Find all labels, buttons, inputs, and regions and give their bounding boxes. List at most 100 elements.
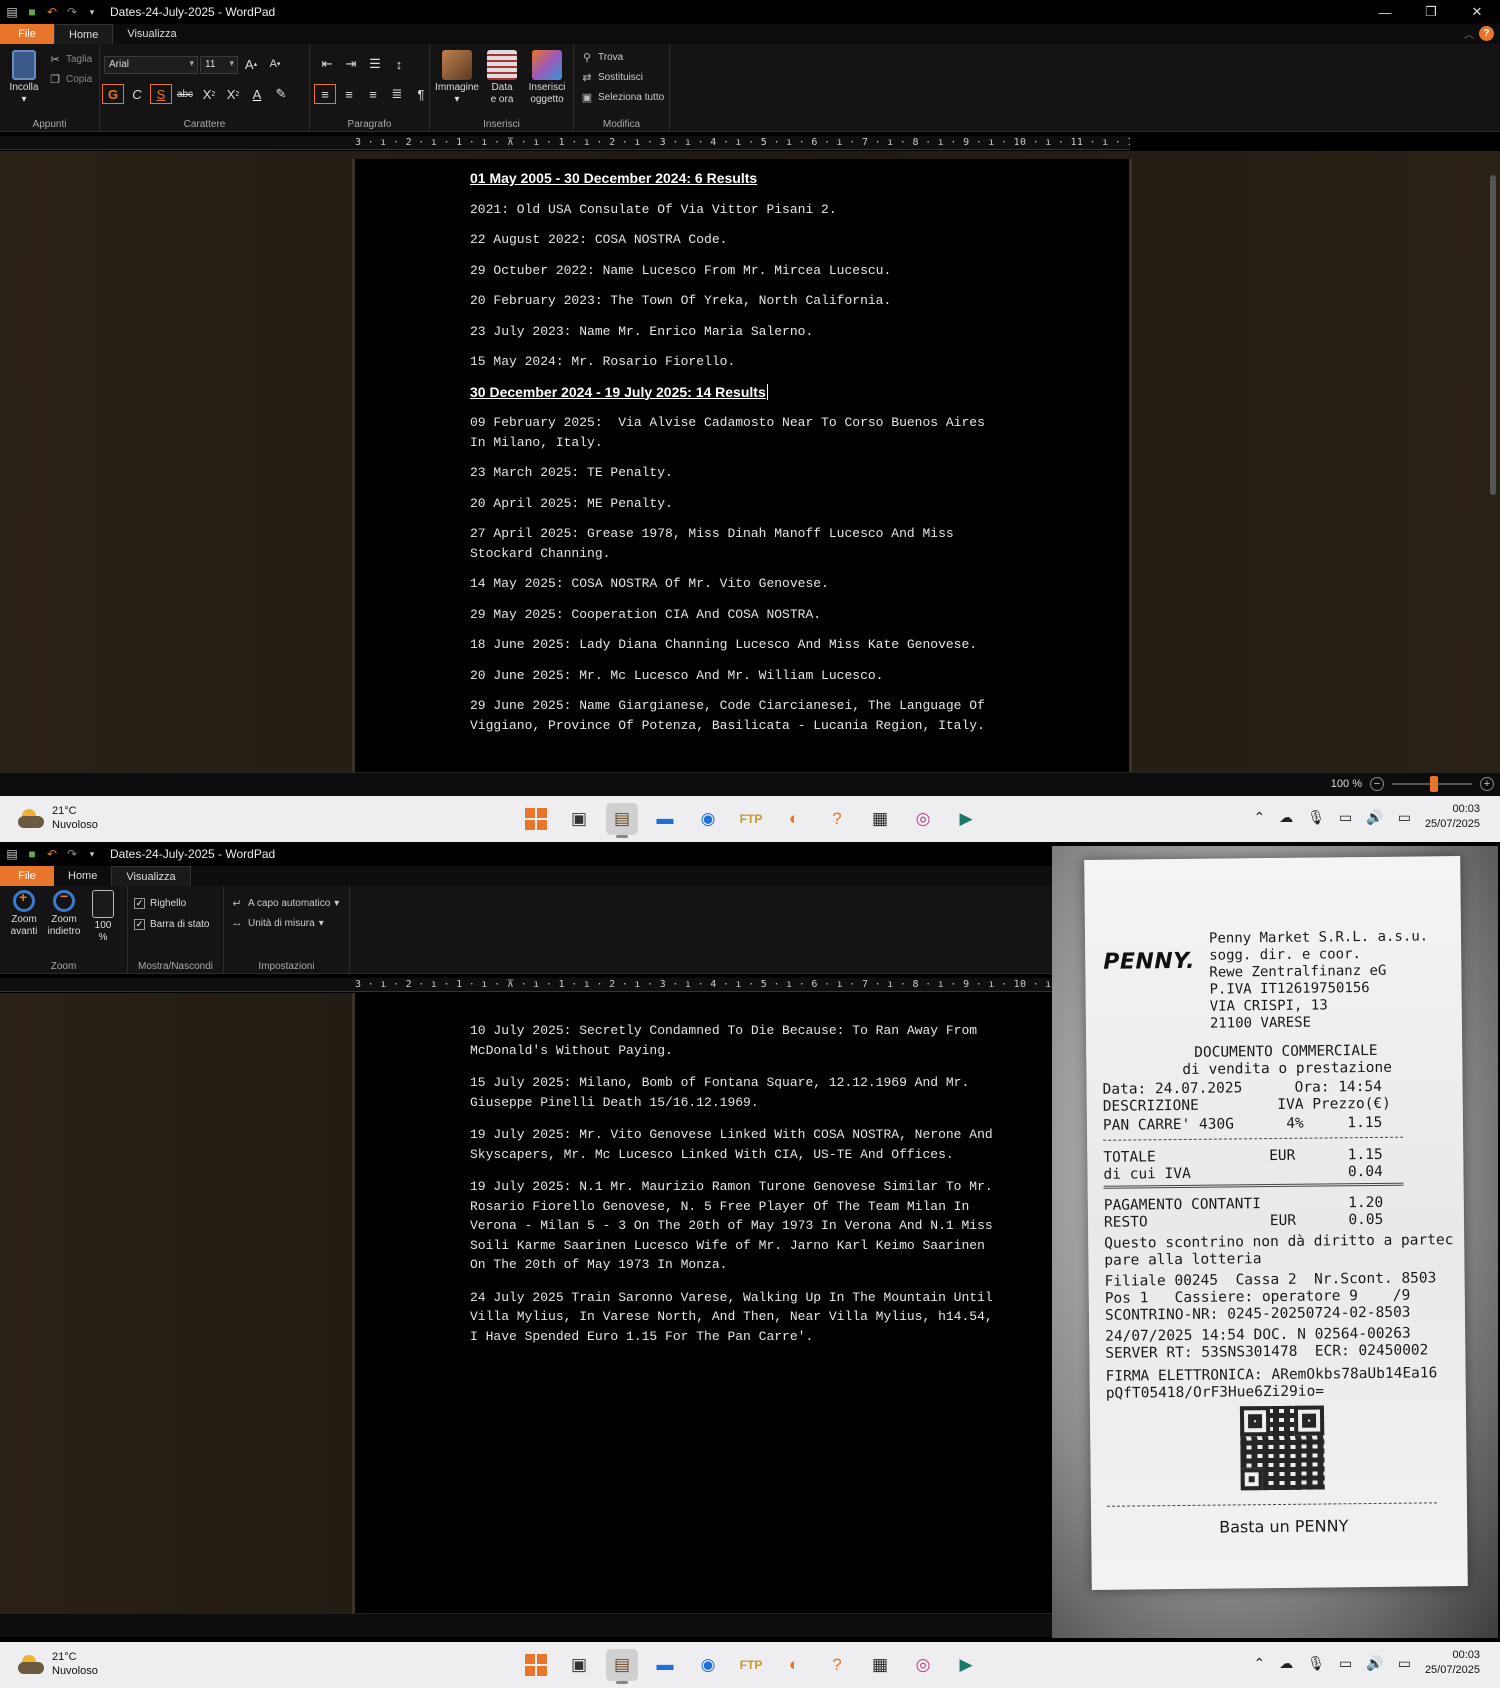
ftp-app-icon[interactable]: FTP <box>735 1649 767 1681</box>
task-view-icon[interactable]: ▣ <box>563 1649 595 1681</box>
statusbar-checkbox[interactable]: ✓ Barra di stato <box>134 919 209 930</box>
zoom-out-icon[interactable]: − <box>1370 777 1384 791</box>
replace-button[interactable]: ⇄ Sostituisci <box>580 70 643 84</box>
document-text[interactable]: 01 May 2005 - 30 December 2024: 6 Result… <box>470 169 1030 746</box>
justify-icon[interactable]: ≣ <box>386 84 408 104</box>
tab-home[interactable]: Home <box>54 866 111 886</box>
start-windows-icon[interactable] <box>520 1649 552 1681</box>
tab-home[interactable]: Home <box>54 24 114 44</box>
ruler[interactable]: 3 · ı · 2 · ı · 1 · ı · ⊼ · ı · 1 · ı · … <box>0 978 1052 992</box>
increase-indent-icon[interactable]: ⇥ <box>340 54 362 74</box>
microphone-icon[interactable]: 🎙 <box>1307 1655 1325 1672</box>
zoom-slider-thumb[interactable] <box>1430 776 1438 792</box>
line-spacing-icon[interactable]: ↕ <box>388 54 410 74</box>
copy-button[interactable]: ❐ Copia <box>48 72 92 86</box>
insert-object-button[interactable]: Inserisci oggetto <box>524 50 570 106</box>
align-right-icon[interactable]: ≡ <box>362 84 384 104</box>
ftp-app-icon[interactable]: FTP <box>735 803 767 835</box>
minimize-ribbon-icon[interactable]: ︿ <box>1464 26 1474 41</box>
underline-icon[interactable]: S <box>150 84 172 104</box>
media-app-icon[interactable]: ◎ <box>907 803 939 835</box>
paste-button[interactable]: Incolla ▾ <box>6 50 42 106</box>
maximize-button[interactable]: ❐ <box>1408 0 1454 24</box>
tab-view[interactable]: Visualizza <box>111 866 191 886</box>
media-player-icon[interactable]: ▶ <box>950 803 982 835</box>
clock[interactable]: 00:03 25/07/2025 <box>1425 1648 1480 1678</box>
zoom-slider[interactable] <box>1392 776 1472 792</box>
network-icon[interactable]: ▭ <box>1339 809 1352 826</box>
microphone-icon[interactable]: 🎙 <box>1307 809 1325 826</box>
decrease-indent-icon[interactable]: ⇤ <box>316 54 338 74</box>
grow-font-icon[interactable]: A ▴ <box>240 54 262 74</box>
close-button[interactable]: ✕ <box>1454 0 1500 24</box>
undo-icon[interactable]: ↶ <box>44 846 60 862</box>
network-icon[interactable]: ▭ <box>1339 1655 1352 1672</box>
chevron-up-icon[interactable]: ⌃ <box>1254 1655 1266 1672</box>
store-icon[interactable]: ▦ <box>864 1649 896 1681</box>
save-icon[interactable]: ■ <box>24 4 40 20</box>
find-button[interactable]: ⚲ Trova <box>580 50 623 64</box>
zoom-in-button[interactable]: + Zoom avanti <box>4 890 44 938</box>
ruler-checkbox[interactable]: ✓ Righello <box>134 898 186 909</box>
onedrive-cloud-icon[interactable]: ☁ <box>1279 1655 1293 1672</box>
firefox-icon[interactable]: ◐ <box>778 803 810 835</box>
select-all-button[interactable]: ▣ Seleziona tutto <box>580 90 664 104</box>
align-left-icon[interactable]: ≡ <box>314 84 336 104</box>
weather-widget[interactable]: 21°C Nuvoloso <box>18 804 98 832</box>
media-player-icon[interactable]: ▶ <box>950 1649 982 1681</box>
shrink-font-icon[interactable]: A ▾ <box>264 54 286 74</box>
weather-widget[interactable]: 21°C Nuvoloso <box>18 1650 98 1678</box>
battery-icon[interactable]: ▭ <box>1398 809 1411 826</box>
customize-toolbar-icon[interactable]: ▾ <box>84 4 100 20</box>
save-icon[interactable]: ■ <box>24 846 40 862</box>
vertical-scrollbar[interactable] <box>1490 175 1496 495</box>
wordpad-taskbar-icon[interactable]: ▤ <box>606 1649 638 1684</box>
font-name-combo[interactable]: Arial <box>104 56 198 74</box>
bold-icon[interactable]: G <box>102 84 124 104</box>
media-app-icon[interactable]: ◎ <box>907 1649 939 1681</box>
insert-image-button[interactable]: Immagine ▾ <box>434 50 480 106</box>
zoom-in-icon[interactable]: + <box>1480 777 1494 791</box>
undo-icon[interactable]: ↶ <box>44 4 60 20</box>
paragraph-settings-icon[interactable]: ¶ <box>410 84 432 104</box>
align-center-icon[interactable]: ≡ <box>338 84 360 104</box>
help-app-icon[interactable]: ? <box>821 803 853 835</box>
superscript-icon[interactable]: X2 <box>222 84 244 104</box>
subscript-icon[interactable]: X2 <box>198 84 220 104</box>
word-wrap-dropdown[interactable]: ↵ A capo automatico ▾ <box>230 896 339 910</box>
cut-button[interactable]: ✂ Taglia <box>48 52 92 66</box>
volume-icon[interactable]: 🔊 <box>1366 1655 1383 1672</box>
zoom-100-button[interactable]: 100% <box>86 890 120 944</box>
document-text[interactable]: 10 July 2025: Secretly Condamned To Die … <box>470 1021 1030 1359</box>
chevron-up-icon[interactable]: ⌃ <box>1254 809 1266 826</box>
font-color-icon[interactable]: A <box>246 84 268 104</box>
redo-icon[interactable]: ↷ <box>64 846 80 862</box>
tab-file[interactable]: File <box>0 24 54 44</box>
help-app-icon[interactable]: ? <box>821 1649 853 1681</box>
file-explorer-icon[interactable]: ▬ <box>649 803 681 835</box>
insert-datetime-button[interactable]: Data e ora <box>482 50 522 106</box>
store-icon[interactable]: ▦ <box>864 803 896 835</box>
tab-file[interactable]: File <box>0 866 54 886</box>
bullet-list-icon[interactable]: ☰ <box>364 54 386 74</box>
minimize-button[interactable]: — <box>1362 0 1408 24</box>
eye-app-icon[interactable]: ◉ <box>692 803 724 835</box>
clock[interactable]: 00:03 25/07/2025 <box>1425 802 1480 832</box>
volume-icon[interactable]: 🔊 <box>1366 809 1383 826</box>
wordpad-taskbar-icon[interactable]: ▤ <box>606 803 638 838</box>
help-icon[interactable]: ? <box>1479 26 1494 41</box>
firefox-icon[interactable]: ◐ <box>778 1649 810 1681</box>
highlight-icon[interactable]: ✎ <box>270 84 292 104</box>
tab-view[interactable]: Visualizza <box>113 24 190 44</box>
units-dropdown[interactable]: ↔ Unità di misura ▾ <box>230 916 324 930</box>
battery-icon[interactable]: ▭ <box>1398 1655 1411 1672</box>
start-windows-icon[interactable] <box>520 803 552 835</box>
italic-icon[interactable]: C <box>126 84 148 104</box>
file-explorer-icon[interactable]: ▬ <box>649 1649 681 1681</box>
strikethrough-icon[interactable]: abc <box>174 84 196 104</box>
ruler[interactable]: 3 · ı · 2 · ı · 1 · ı · ⊼ · ı · 1 · ı · … <box>0 136 1130 150</box>
zoom-out-button[interactable]: − Zoom indietro <box>44 889 84 938</box>
redo-icon[interactable]: ↷ <box>64 4 80 20</box>
task-view-icon[interactable]: ▣ <box>563 803 595 835</box>
eye-app-icon[interactable]: ◉ <box>692 1649 724 1681</box>
